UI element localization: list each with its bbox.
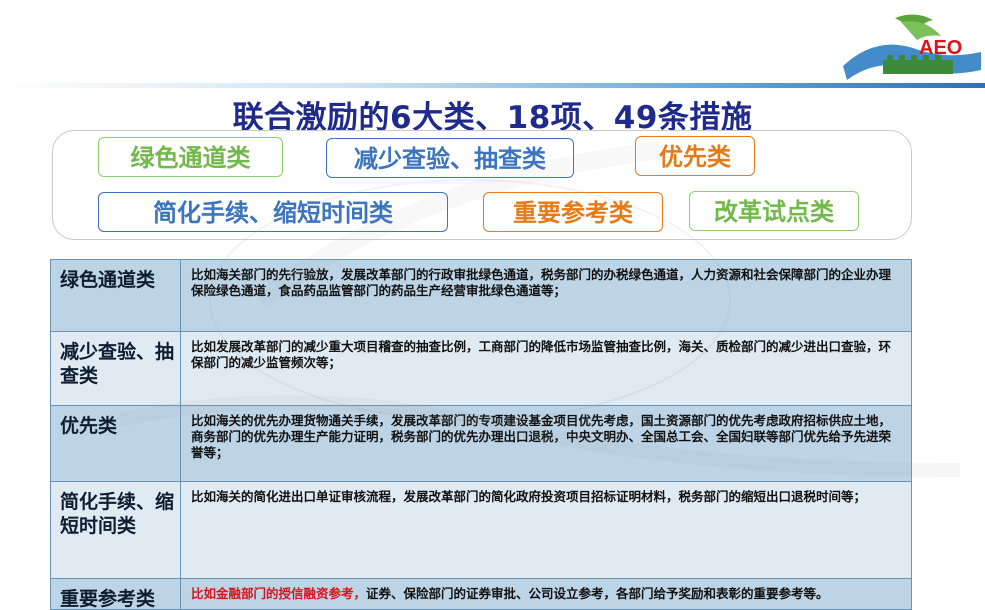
row-text-highlight: 比如金融部门的授信融资参考， (191, 586, 367, 601)
table-row: 绿色通道类 比如海关部门的先行验放，发展改革部门的行政审批绿色通道，税务部门的办… (51, 260, 911, 332)
row-text-rest: 证券、保险部门的证券审批、公司设立参考，各部门给予奖励和表彰的重要参考等。 (366, 586, 829, 601)
category-panel: 绿色通道类 减少查验、抽查类 优先类 简化手续、缩短时间类 重要参考类 改革试点… (52, 130, 912, 240)
row-label: 优先类 (51, 406, 181, 481)
row-label: 简化手续、缩短时间类 (51, 482, 181, 578)
table-row: 重要参考类 比如金融部门的授信融资参考，证券、保险部门的证券审批、公司设立参考，… (51, 579, 911, 609)
table-row: 简化手续、缩短时间类 比如海关的简化进出口单证审核流程，发展改革部门的简化政府投… (51, 482, 911, 579)
category-tag-green-channel: 绿色通道类 (98, 137, 283, 177)
category-tag-simplify: 简化手续、缩短时间类 (98, 192, 448, 232)
table-row: 优先类 比如海关的优先办理货物通关手续，发展改革部门的专项建设基金项目优先考虑，… (51, 406, 911, 482)
row-text: 比如海关的简化进出口单证审核流程，发展改革部门的简化政府投资项目招标证明材料，税… (191, 489, 867, 504)
category-tag-priority: 优先类 (635, 136, 755, 176)
row-label: 减少查验、抽查类 (51, 332, 181, 405)
row-text: 比如海关的优先办理货物通关手续，发展改革部门的专项建设基金项目优先考虑，国土资源… (191, 413, 892, 460)
row-label: 重要参考类 (51, 579, 181, 609)
category-tag-reduce-inspection: 减少查验、抽查类 (326, 138, 574, 178)
logo-text: AEO (919, 37, 962, 59)
row-text: 比如海关部门的先行验放，发展改革部门的行政审批绿色通道，税务部门的办税绿色通道，… (191, 267, 892, 298)
aeo-logo: AEO (835, 8, 985, 90)
row-text: 比如金融部门的授信融资参考，证券、保险部门的证券审批、公司设立参考，各部门给予奖… (191, 586, 903, 602)
table-row: 减少查验、抽查类 比如发展改革部门的减少重大项目稽查的抽查比例，工商部门的降低市… (51, 332, 911, 406)
measures-table: 绿色通道类 比如海关部门的先行验放，发展改革部门的行政审批绿色通道，税务部门的办… (50, 259, 912, 610)
category-tag-reform-pilot: 改革试点类 (689, 191, 859, 231)
category-tag-reference: 重要参考类 (483, 192, 663, 232)
row-text: 比如发展改革部门的减少重大项目稽查的抽查比例，工商部门的降低市场监管抽查比例，海… (191, 339, 892, 370)
row-label: 绿色通道类 (51, 260, 181, 331)
